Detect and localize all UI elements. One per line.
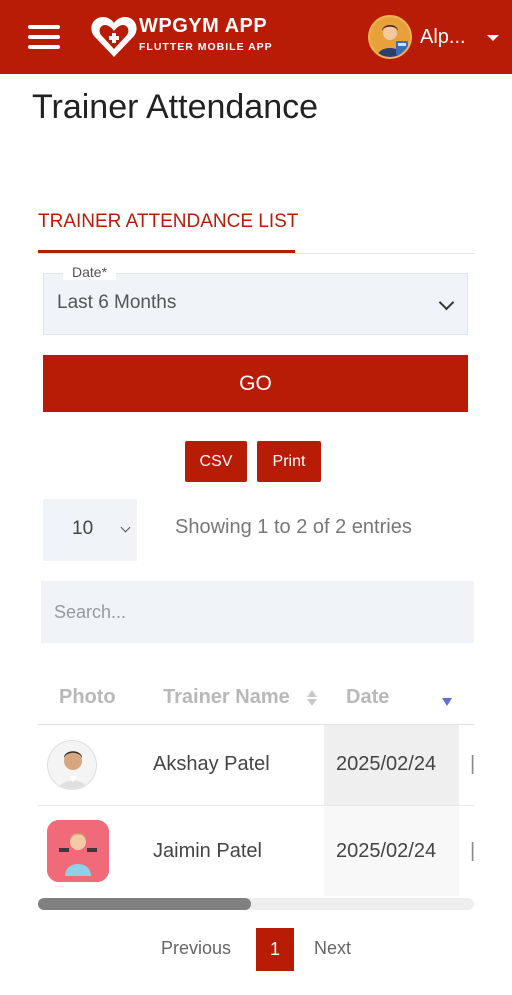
date-cell: 2025/02/24 <box>336 753 437 775</box>
horizontal-scrollbar-thumb[interactable] <box>38 898 251 910</box>
entries-info: Showing 1 to 2 of 2 entries <box>175 516 412 538</box>
column-header-date[interactable]: Date <box>346 686 389 709</box>
sort-icon <box>307 688 317 708</box>
page-length-value: 10 <box>72 518 94 539</box>
truncated-cell: | <box>470 840 476 862</box>
print-button[interactable]: Print <box>257 441 321 482</box>
column-header-trainer-name[interactable]: Trainer Name <box>163 686 290 709</box>
trainer-name-cell: Jaimin Patel <box>153 840 262 862</box>
user-avatar-icon <box>377 25 408 57</box>
trainer-photo-icon <box>47 820 109 882</box>
search-input[interactable] <box>41 581 474 643</box>
truncated-cell: | <box>470 753 476 775</box>
tab-trainer-attendance-list[interactable]: TRAINER ATTENDANCE LIST <box>38 211 298 233</box>
trainer-photo-icon <box>48 741 96 789</box>
app-header: WPGYM APP FLUTTER MOBILE APP Alp... <box>0 0 512 74</box>
menu-icon[interactable] <box>28 25 60 49</box>
trainer-name-cell: Akshay Patel <box>153 753 270 775</box>
sort-descending-icon <box>442 698 452 706</box>
wpgym-logo <box>91 17 137 57</box>
tab-divider <box>38 253 475 254</box>
column-header-photo[interactable]: Photo <box>59 686 116 709</box>
csv-button[interactable]: CSV <box>185 441 247 482</box>
brand-subtitle: FLUTTER MOBILE APP <box>139 41 273 53</box>
caret-down-icon[interactable] <box>487 35 499 41</box>
date-cell: 2025/02/24 <box>336 840 437 862</box>
trainer-photo <box>47 820 109 882</box>
trainer-photo <box>47 740 97 790</box>
date-field-label: Date* <box>63 264 117 280</box>
user-name[interactable]: Alp... <box>420 26 466 49</box>
previous-page-link[interactable]: Previous <box>161 938 231 959</box>
page-title: Trainer Attendance <box>32 88 319 126</box>
date-range-value: Last 6 Months <box>57 292 177 313</box>
go-button[interactable]: GO <box>43 355 468 412</box>
brand-title: WPGYM APP <box>139 15 268 37</box>
next-page-link[interactable]: Next <box>314 938 351 959</box>
page-1-button[interactable]: 1 <box>256 928 294 971</box>
user-avatar[interactable] <box>368 15 412 59</box>
